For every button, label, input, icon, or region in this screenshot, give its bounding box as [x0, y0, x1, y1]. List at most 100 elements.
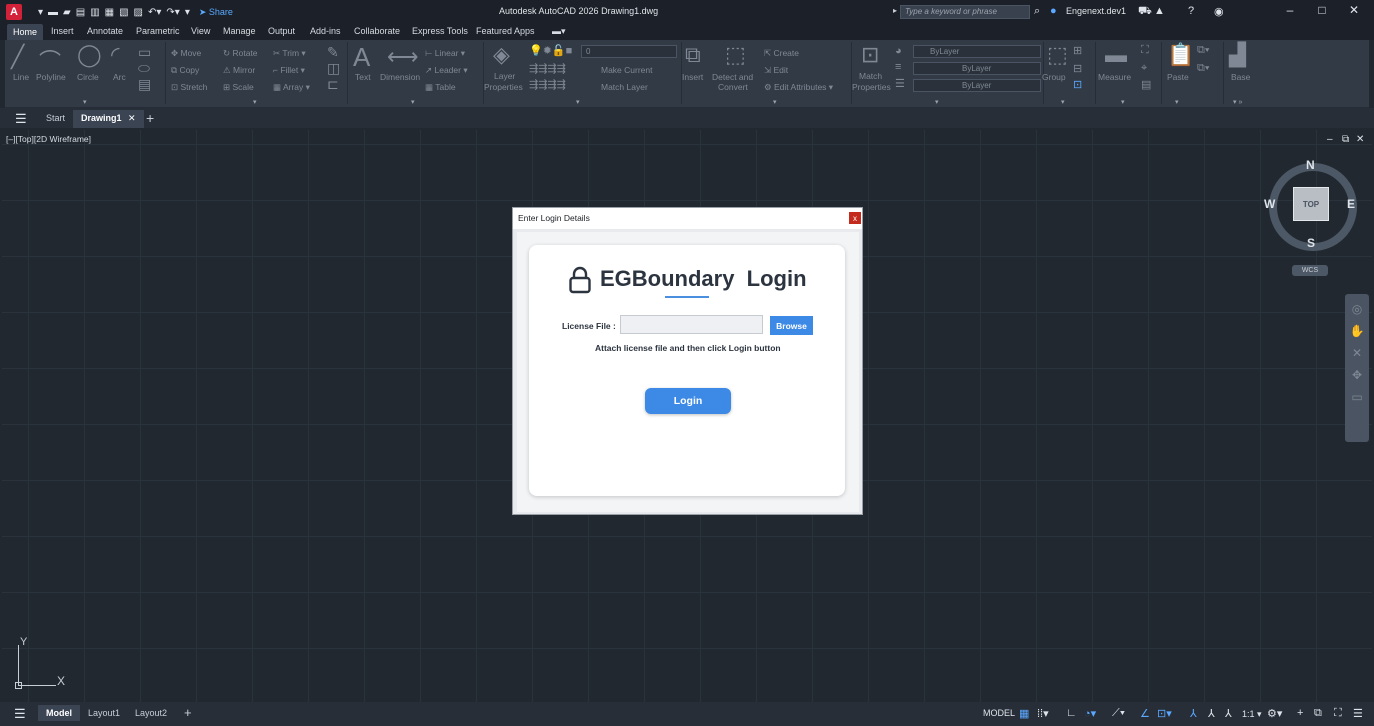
polyline-button[interactable]: Polyline: [36, 72, 66, 82]
mirror-button[interactable]: ⚠ Mirror: [223, 65, 255, 76]
offset-icon[interactable]: ⊏: [327, 76, 339, 93]
lineweight-dropdown[interactable]: ByLayer: [913, 62, 1041, 75]
tab-model[interactable]: Model: [38, 705, 80, 721]
tab-add-ins[interactable]: Add-ins: [310, 26, 341, 36]
save-as-icon[interactable]: ▥: [90, 7, 99, 18]
account-icon[interactable]: ◉: [1214, 5, 1224, 18]
match-properties-icon[interactable]: ⊡: [861, 42, 879, 68]
maximize-button[interactable]: □: [1312, 3, 1332, 17]
search-input[interactable]: Type a keyword or phrase: [900, 5, 1030, 19]
arc-button[interactable]: Arc: [113, 72, 126, 82]
expand-arrow-icon[interactable]: ▸: [893, 6, 897, 15]
layer-properties-label-1[interactable]: Layer: [494, 71, 515, 81]
match-properties-label-1[interactable]: Match: [859, 71, 882, 81]
object-snap-icon[interactable]: ⊡▾: [1157, 707, 1172, 720]
tab-collaborate[interactable]: Collaborate: [354, 26, 400, 36]
insert-button[interactable]: Insert: [682, 72, 703, 82]
annotation-panel-expand[interactable]: ▾: [411, 98, 415, 106]
redo-icon[interactable]: ↷▾: [166, 7, 179, 18]
help-icon[interactable]: ?: [1188, 5, 1194, 17]
create-block-button[interactable]: ⇱ Create: [764, 48, 799, 59]
leader-button[interactable]: ↗ Leader ▾: [425, 65, 468, 76]
compass-west[interactable]: W: [1264, 197, 1275, 211]
tab-layout2[interactable]: Layout2: [135, 708, 167, 718]
publish-icon[interactable]: ▦: [105, 7, 114, 18]
utilities-panel-expand[interactable]: ▾: [1121, 98, 1125, 106]
explode-icon[interactable]: ◫: [327, 60, 340, 77]
scale-button[interactable]: ⊞ Scale: [223, 82, 254, 93]
convert-label[interactable]: Convert: [718, 82, 748, 92]
dimension-icon[interactable]: ⟷: [387, 44, 419, 70]
layer-tools-icons-2[interactable]: ⇶⇶⇶⇶: [529, 78, 566, 91]
id-point-icon[interactable]: ⌖: [1141, 62, 1147, 75]
close-window-button[interactable]: ✕: [1344, 3, 1364, 17]
rectangle-icon[interactable]: ▭: [138, 44, 151, 61]
plot-preview-icon[interactable]: ▧: [119, 7, 128, 18]
dimension-button[interactable]: Dimension: [380, 72, 420, 82]
insert-icon[interactable]: ⧉: [685, 42, 701, 68]
annotation-monitor-icon[interactable]: +: [1297, 707, 1303, 719]
dialog-close-button[interactable]: x: [849, 212, 861, 224]
new-file-icon[interactable]: ▬: [48, 7, 58, 18]
block-panel-expand[interactable]: ▾: [773, 98, 777, 106]
linear-button[interactable]: ⊢ Linear ▾: [425, 48, 465, 59]
license-file-input[interactable]: [620, 315, 763, 334]
steering-wheel-icon[interactable]: ◎: [1345, 302, 1369, 316]
application-menu-button[interactable]: A: [6, 4, 22, 20]
ribbon-toggle-icon[interactable]: ▬▾: [552, 26, 566, 37]
tab-output[interactable]: Output: [268, 26, 295, 36]
isodraft-icon[interactable]: ⟋▾: [1112, 707, 1125, 720]
tab-start[interactable]: Start: [46, 113, 65, 123]
scale-dropdown[interactable]: 1:1 ▾: [1242, 709, 1262, 720]
close-tab-icon[interactable]: ✕: [128, 113, 136, 123]
viewcube-top-face[interactable]: TOP: [1293, 187, 1329, 221]
group-select-icon[interactable]: ⊡: [1073, 78, 1082, 91]
linetype-dropdown[interactable]: ByLayer: [913, 79, 1041, 92]
chevron-down-icon[interactable]: ▾: [38, 7, 43, 18]
cart-icon[interactable]: ⛟: [1138, 5, 1152, 19]
save-icon[interactable]: ▤: [76, 7, 85, 18]
workspace-gear-icon[interactable]: ⚙▾: [1267, 707, 1282, 720]
wcs-menu[interactable]: WCS: [1292, 265, 1328, 276]
line-icon[interactable]: ╱: [11, 44, 24, 70]
browse-button[interactable]: Browse: [770, 316, 813, 335]
base-view-icon[interactable]: ▟: [1229, 42, 1246, 68]
array-button[interactable]: ▦ Array ▾: [273, 82, 310, 93]
ungroup-icon[interactable]: ⊟: [1073, 62, 1082, 75]
edit-block-button[interactable]: ⇲ Edit: [764, 65, 788, 76]
user-name[interactable]: Engenext.dev1: [1066, 6, 1126, 16]
layer-properties-label-2[interactable]: Properties: [484, 82, 523, 92]
polar-icon[interactable]: ◔▾: [1084, 707, 1096, 720]
tab-layout1[interactable]: Layout1: [88, 708, 120, 718]
cut-icon[interactable]: ⧉▾: [1197, 62, 1209, 75]
print-icon[interactable]: ▨: [134, 7, 143, 18]
layout-menu-icon[interactable]: ☰: [14, 706, 26, 722]
layer-tools-icons-1[interactable]: ⇶⇶⇶⇶: [529, 62, 566, 75]
copy-clip-icon[interactable]: ⧉▾: [1197, 44, 1209, 57]
paste-button[interactable]: Paste: [1167, 72, 1189, 82]
tab-manage[interactable]: Manage: [223, 26, 256, 36]
open-folder-icon[interactable]: ▰: [63, 7, 71, 18]
make-current-button[interactable]: Make Current: [601, 65, 653, 75]
tab-home[interactable]: Home: [7, 24, 44, 40]
ellipse-icon[interactable]: ⬭: [138, 60, 150, 77]
arc-icon[interactable]: ◜: [111, 42, 120, 68]
autodesk-icon[interactable]: ▲: [1154, 5, 1165, 17]
tab-express-tools[interactable]: Express Tools: [412, 26, 468, 36]
move-button[interactable]: ✥ Move: [171, 48, 201, 59]
quick-select-icon[interactable]: ⛶: [1141, 44, 1149, 57]
units-icon[interactable]: ⧉: [1314, 707, 1322, 720]
hatch-icon[interactable]: ▤: [138, 76, 151, 93]
login-button[interactable]: Login: [645, 388, 731, 414]
snap-icon[interactable]: ⁞⁞▾: [1037, 707, 1049, 720]
match-layer-button[interactable]: Match Layer: [601, 82, 648, 92]
group-tools-icon[interactable]: ⊞: [1073, 44, 1082, 57]
base-button[interactable]: Base: [1231, 72, 1250, 82]
trim-button[interactable]: ✂ Trim ▾: [273, 48, 306, 59]
groups-panel-expand[interactable]: ▾: [1061, 98, 1065, 106]
edit-attributes-button[interactable]: ⚙ Edit Attributes ▾: [764, 82, 833, 93]
circle-button[interactable]: Circle: [77, 72, 99, 82]
copy-button[interactable]: ⧉ Copy: [171, 65, 199, 76]
viewport-restore-icon[interactable]: ⧉: [1342, 134, 1349, 145]
viewport-close-icon[interactable]: ✕: [1356, 134, 1364, 145]
